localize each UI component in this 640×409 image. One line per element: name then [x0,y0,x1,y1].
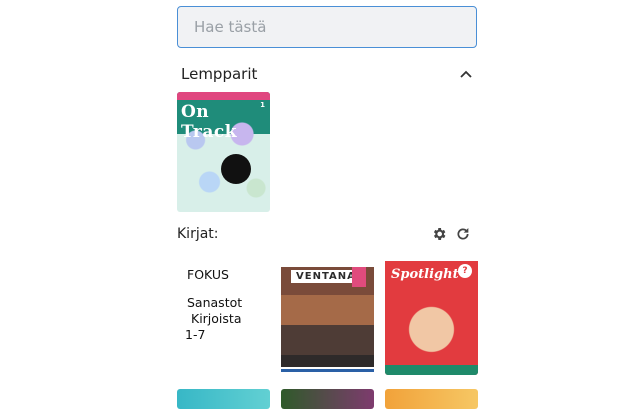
cover-badge: ? [458,264,472,278]
cover-badge: 1 [260,101,265,109]
main-column: Lempparit On Track 1 Kirjat: [177,6,478,409]
book-cover-spotlight[interactable]: Spotlight ? [385,255,478,375]
books-header: Kirjat: [177,222,477,246]
books-grid: FOKUS Sanastot Kirjoista 1-7 VENTANA Spo… [177,255,478,409]
book-cover-ventana[interactable]: VENTANA [281,255,374,375]
favorites-list: On Track 1 [177,92,477,212]
book-cover-partial[interactable] [177,389,270,409]
book-cover-partial[interactable] [281,389,374,409]
cover-accent [352,267,366,287]
refresh-icon[interactable] [455,226,471,242]
book-card-line: Sanastot [187,295,243,310]
cover-top-band [177,92,270,100]
book-card-fokus[interactable]: FOKUS Sanastot Kirjoista 1-7 [177,255,270,375]
book-cover-partial[interactable] [385,389,478,409]
search-input[interactable] [192,17,462,37]
cover-title: On Track [181,102,238,142]
cover-title: Spotlight [391,267,459,282]
gear-icon[interactable] [431,226,447,242]
search-box[interactable] [177,6,477,48]
cover-title: VENTANA [291,270,361,283]
book-card-line: 1-7 [185,327,206,342]
books-title: Kirjat: [177,226,219,242]
book-card-line: FOKUS [187,267,229,282]
books-tools [431,226,471,242]
favorites-header[interactable]: Lempparit [177,62,477,86]
book-card-line: Kirjoista [191,311,242,326]
cover-bottom-band [385,365,478,375]
cover-illustration [221,154,251,184]
favorites-title: Lempparit [181,65,258,83]
chevron-up-icon[interactable] [459,67,473,81]
book-cover-on-track[interactable]: On Track 1 [177,92,270,212]
